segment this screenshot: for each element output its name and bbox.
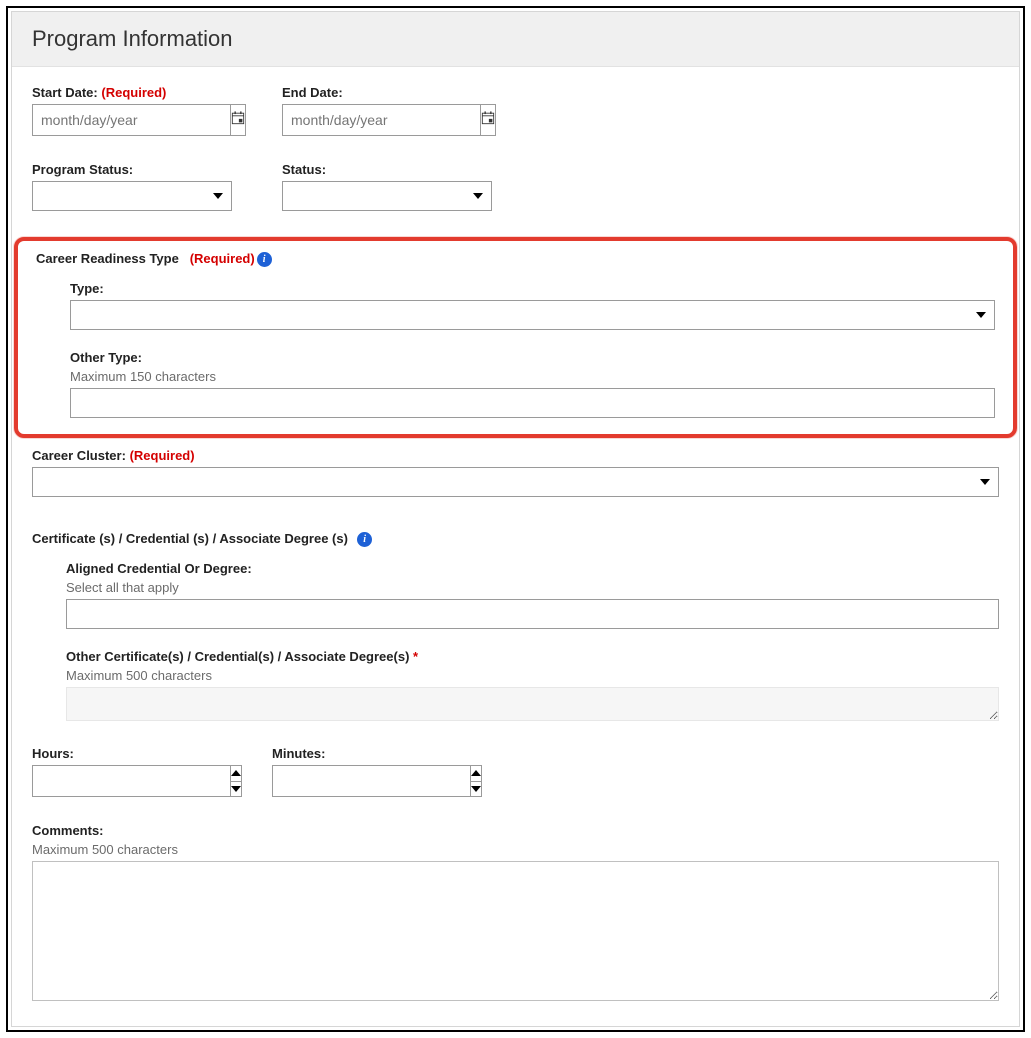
end-date-input[interactable] bbox=[282, 104, 480, 136]
minutes-input[interactable] bbox=[272, 765, 470, 797]
chevron-up-icon bbox=[231, 770, 241, 776]
program-status-label: Program Status: bbox=[32, 162, 242, 177]
info-icon[interactable]: i bbox=[257, 252, 272, 267]
start-date-picker-button[interactable] bbox=[230, 104, 246, 136]
hours-increment-button[interactable] bbox=[231, 766, 241, 781]
end-date-label: End Date: bbox=[282, 85, 492, 100]
start-date-label: Start Date: (Required) bbox=[32, 85, 242, 100]
chevron-down-icon bbox=[471, 786, 481, 792]
aligned-credential-helper: Select all that apply bbox=[66, 580, 999, 595]
calendar-icon bbox=[481, 111, 495, 130]
comments-label: Comments: bbox=[32, 823, 999, 838]
chevron-down-icon bbox=[231, 786, 241, 792]
calendar-icon bbox=[231, 111, 245, 130]
other-type-input[interactable] bbox=[70, 388, 995, 418]
program-status-select[interactable] bbox=[32, 181, 232, 211]
chevron-down-icon bbox=[473, 193, 483, 199]
other-certificate-textarea[interactable] bbox=[66, 687, 999, 721]
other-certificate-asterisk: * bbox=[413, 649, 418, 664]
chevron-down-icon bbox=[213, 193, 223, 199]
other-certificate-label-text: Other Certificate(s) / Credential(s) / A… bbox=[66, 649, 409, 664]
certificate-section-title: Certificate (s) / Credential (s) / Assoc… bbox=[32, 531, 999, 547]
status-select[interactable] bbox=[282, 181, 492, 211]
minutes-decrement-button[interactable] bbox=[471, 781, 481, 797]
hours-label: Hours: bbox=[32, 746, 232, 761]
minutes-increment-button[interactable] bbox=[471, 766, 481, 781]
other-certificate-helper: Maximum 500 characters bbox=[66, 668, 999, 683]
type-select[interactable] bbox=[70, 300, 995, 330]
minutes-label: Minutes: bbox=[272, 746, 472, 761]
career-readiness-title-text: Career Readiness Type bbox=[36, 251, 179, 266]
hours-decrement-button[interactable] bbox=[231, 781, 241, 797]
other-certificate-label: Other Certificate(s) / Credential(s) / A… bbox=[66, 649, 999, 664]
chevron-down-icon bbox=[976, 312, 986, 318]
career-readiness-title: Career Readiness Type (Required)i bbox=[36, 251, 995, 267]
career-readiness-highlight: Career Readiness Type (Required)i Type: … bbox=[14, 237, 1017, 438]
start-date-label-text: Start Date: bbox=[32, 85, 98, 100]
info-icon[interactable]: i bbox=[357, 532, 372, 547]
other-type-label: Other Type: bbox=[70, 350, 995, 365]
career-cluster-required: (Required) bbox=[130, 448, 195, 463]
career-cluster-select[interactable] bbox=[32, 467, 999, 497]
comments-textarea[interactable] bbox=[32, 861, 999, 1001]
aligned-credential-label: Aligned Credential Or Degree: bbox=[66, 561, 999, 576]
other-type-helper: Maximum 150 characters bbox=[70, 369, 995, 384]
chevron-down-icon bbox=[980, 479, 990, 485]
type-label: Type: bbox=[70, 281, 995, 296]
career-cluster-label-text: Career Cluster: bbox=[32, 448, 126, 463]
start-date-required: (Required) bbox=[101, 85, 166, 100]
start-date-input[interactable] bbox=[32, 104, 230, 136]
comments-helper: Maximum 500 characters bbox=[32, 842, 999, 857]
chevron-up-icon bbox=[471, 770, 481, 776]
career-readiness-required: (Required) bbox=[190, 251, 255, 266]
status-label: Status: bbox=[282, 162, 492, 177]
certificate-section-text: Certificate (s) / Credential (s) / Assoc… bbox=[32, 531, 348, 546]
page-title: Program Information bbox=[12, 12, 1019, 67]
aligned-credential-input[interactable] bbox=[66, 599, 999, 629]
hours-input[interactable] bbox=[32, 765, 230, 797]
career-cluster-label: Career Cluster: (Required) bbox=[32, 448, 999, 463]
end-date-picker-button[interactable] bbox=[480, 104, 496, 136]
